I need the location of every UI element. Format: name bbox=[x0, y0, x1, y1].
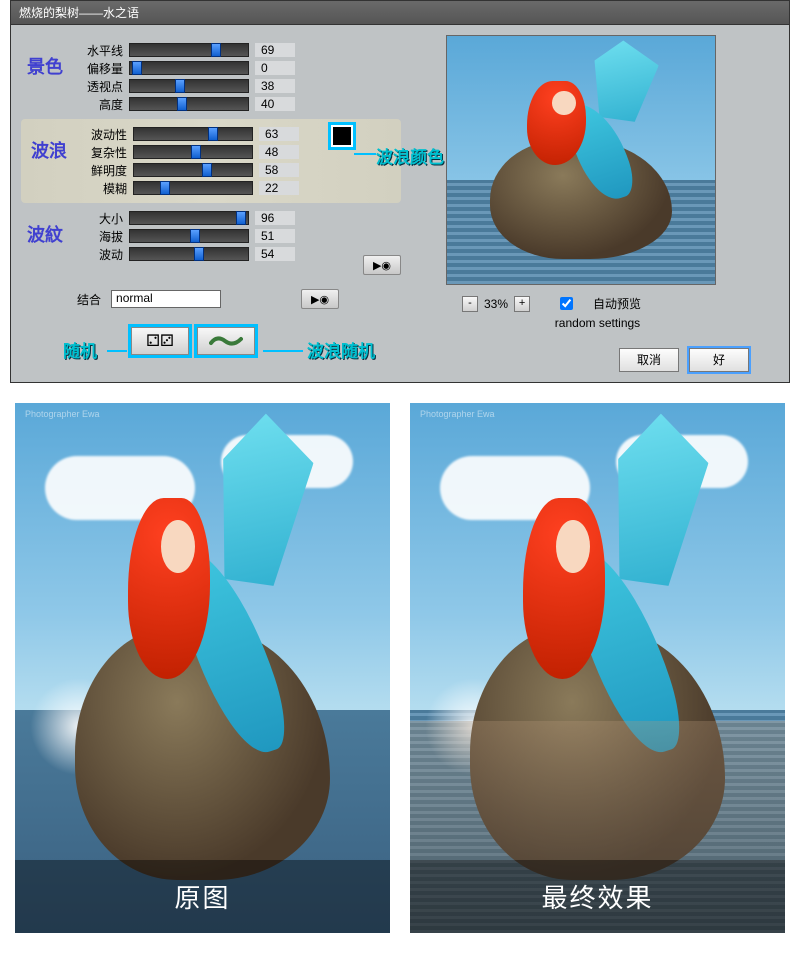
slider-label: 水平线 bbox=[79, 42, 123, 59]
slider-value[interactable]: 54 bbox=[255, 247, 295, 261]
original-image: Photographer Ewa 原图 bbox=[15, 403, 390, 933]
slider-track[interactable] bbox=[133, 145, 253, 159]
combine-mode-select[interactable]: normal bbox=[111, 290, 221, 308]
slider-perspective: 透视点 38 bbox=[79, 77, 401, 95]
scene-sliders: 水平线 69 偏移量 0 透视点 38 高度 bbox=[79, 41, 401, 113]
section-ripple: 波紋 大小 96 海拔 51 波动 54 bbox=[21, 203, 401, 281]
zoom-controls: - 33% + 自动预览 bbox=[416, 285, 779, 314]
zoom-value: 33% bbox=[484, 297, 508, 311]
slider-value[interactable]: 69 bbox=[255, 43, 295, 57]
slider-label: 透视点 bbox=[79, 78, 123, 95]
slider-elevation: 海拔 51 bbox=[79, 227, 333, 245]
cancel-button[interactable]: 取消 bbox=[619, 348, 679, 372]
slider-height: 高度 40 bbox=[79, 95, 401, 113]
zoom-in-button[interactable]: + bbox=[514, 296, 530, 312]
controls-panel: 景色 水平线 69 偏移量 0 透视点 38 bbox=[21, 35, 401, 372]
slider-sharpness: 鲜明度 58 bbox=[83, 161, 397, 179]
result-image: Photographer Ewa 最终效果 bbox=[410, 403, 785, 933]
ok-button[interactable]: 好 bbox=[689, 348, 749, 372]
slider-label: 大小 bbox=[79, 210, 123, 227]
combine-row: 结合 normal ▶◉ bbox=[77, 281, 401, 317]
photographer-credit: Photographer Ewa bbox=[25, 409, 100, 419]
slider-track[interactable] bbox=[129, 43, 249, 57]
window-title: 燃烧的梨树——水之语 bbox=[19, 6, 139, 20]
random-wave-button[interactable] bbox=[197, 327, 255, 355]
slider-value[interactable]: 48 bbox=[259, 145, 299, 159]
play-forward-button[interactable]: ▶◉ bbox=[363, 255, 401, 275]
photographer-credit: Photographer Ewa bbox=[420, 409, 495, 419]
slider-value[interactable]: 51 bbox=[255, 229, 295, 243]
slider-value[interactable]: 96 bbox=[255, 211, 295, 225]
slider-track[interactable] bbox=[129, 79, 249, 93]
dice-icon: ⚁⚂ bbox=[146, 331, 174, 351]
comparison-row: Photographer Ewa 原图 Photographer Ewa 最终效… bbox=[0, 383, 800, 953]
slider-track[interactable] bbox=[129, 61, 249, 75]
slider-track[interactable] bbox=[133, 127, 253, 141]
callout-wave-random: 波浪随机 bbox=[307, 337, 375, 362]
dialog-footer: 取消 好 bbox=[416, 340, 779, 372]
preview-area[interactable] bbox=[446, 35, 716, 285]
slider-track[interactable] bbox=[129, 247, 249, 261]
combine-label: 结合 bbox=[77, 291, 101, 308]
slider-track[interactable] bbox=[129, 97, 249, 111]
slider-horizon: 水平线 69 bbox=[79, 41, 401, 59]
slider-oscillation: 波动 54 bbox=[79, 245, 333, 263]
section-scene: 景色 水平线 69 偏移量 0 透视点 38 bbox=[21, 35, 401, 119]
ripple-sliders: 大小 96 海拔 51 波动 54 bbox=[79, 209, 333, 263]
slider-label: 偏移量 bbox=[79, 60, 123, 77]
slider-label: 波动性 bbox=[83, 126, 127, 143]
section-ripple-title: 波紋 bbox=[21, 209, 69, 247]
section-wave: 波浪 波动性 63 复杂性 48 鲜明度 58 bbox=[21, 119, 401, 203]
slider-offset: 偏移量 0 bbox=[79, 59, 401, 77]
slider-value[interactable]: 22 bbox=[259, 181, 299, 195]
title-bar: 燃烧的梨树——水之语 bbox=[11, 1, 789, 25]
slider-value[interactable]: 58 bbox=[259, 163, 299, 177]
dialog-body: 景色 水平线 69 偏移量 0 透视点 38 bbox=[11, 25, 789, 382]
slider-track[interactable] bbox=[129, 229, 249, 243]
filter-dialog: 燃烧的梨树——水之语 景色 水平线 69 偏移量 0 bbox=[10, 0, 790, 383]
slider-value[interactable]: 0 bbox=[255, 61, 295, 75]
random-settings-label: random settings bbox=[416, 314, 779, 340]
slider-label: 海拔 bbox=[79, 228, 123, 245]
slider-value[interactable]: 40 bbox=[255, 97, 295, 111]
slider-size: 大小 96 bbox=[79, 209, 333, 227]
auto-preview-checkbox[interactable] bbox=[560, 297, 573, 310]
result-label: 最终效果 bbox=[410, 860, 785, 933]
auto-preview-label: 自动预览 bbox=[593, 295, 641, 312]
slider-label: 复杂性 bbox=[83, 144, 127, 161]
original-label: 原图 bbox=[15, 860, 390, 933]
wave-icon bbox=[209, 333, 243, 349]
callout-random: 随机 bbox=[63, 337, 97, 362]
slider-track[interactable] bbox=[133, 163, 253, 177]
wave-color-swatch[interactable] bbox=[331, 125, 353, 147]
zoom-out-button[interactable]: - bbox=[462, 296, 478, 312]
slider-label: 模糊 bbox=[83, 180, 127, 197]
random-all-button[interactable]: ⚁⚂ bbox=[131, 327, 189, 355]
slider-track[interactable] bbox=[129, 211, 249, 225]
callout-wave-color: 波浪颜色 bbox=[376, 143, 444, 168]
slider-label: 高度 bbox=[79, 96, 123, 113]
slider-track[interactable] bbox=[133, 181, 253, 195]
section-scene-title: 景色 bbox=[21, 41, 69, 79]
play-reverse-button[interactable]: ▶◉ bbox=[301, 289, 339, 309]
slider-label: 鲜明度 bbox=[83, 162, 127, 179]
preview-panel: 波浪颜色 - 33% + bbox=[416, 35, 779, 372]
slider-value[interactable]: 38 bbox=[255, 79, 295, 93]
preview-thumbnail bbox=[447, 36, 715, 284]
slider-blur: 模糊 22 bbox=[83, 179, 397, 197]
slider-value[interactable]: 63 bbox=[259, 127, 299, 141]
section-wave-title: 波浪 bbox=[25, 125, 73, 163]
slider-label: 波动 bbox=[79, 246, 123, 263]
